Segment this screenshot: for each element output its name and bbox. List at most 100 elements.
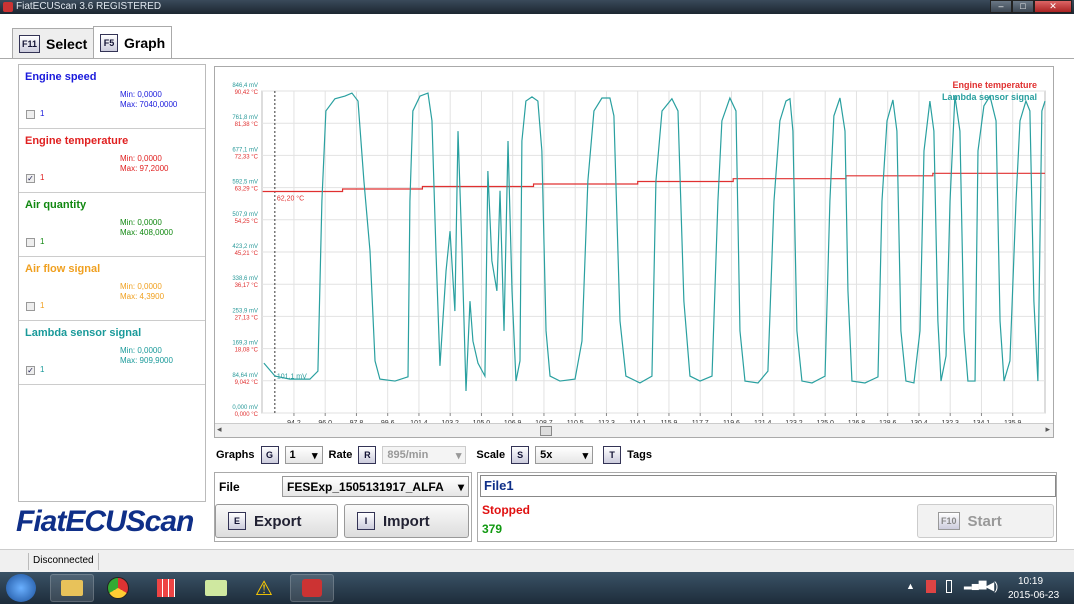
start-button[interactable]: F10 Start [917, 504, 1054, 538]
chrome-taskbar-icon[interactable] [96, 574, 140, 602]
minimize-button[interactable]: – [990, 0, 1012, 13]
signal-range: Min: 0,0000 Max: 4,3900 [120, 282, 164, 302]
scale-label: Scale [476, 449, 506, 461]
tab-graph[interactable]: F5 Graph [93, 26, 173, 59]
legend-entry: Lambda sensor signal [942, 92, 1037, 102]
graphs-value: 1 [289, 449, 296, 461]
warning-taskbar-icon[interactable]: ⚠ [242, 574, 286, 602]
signal-min: Min: 0,0000 [120, 154, 162, 163]
signal-checkbox[interactable]: ✓ [26, 366, 35, 375]
s-key-icon: S [511, 446, 530, 464]
action-center-icon[interactable] [926, 580, 936, 593]
signal-checkbox[interactable]: ✓ [26, 174, 35, 183]
maximize-button[interactable]: □ [1012, 0, 1034, 13]
file-select[interactable]: FESExp_1505131917_ALFA ▾ [282, 476, 469, 497]
signal-max: Max: 7040,0000 [120, 100, 178, 109]
clock-time[interactable]: 10:19 [1018, 576, 1043, 587]
signal-item[interactable]: Engine speed Min: 0,0000 Max: 7040,0000 1 [19, 65, 205, 129]
chevron-down-icon: ▾ [455, 449, 462, 462]
signal-name: Lambda sensor signal [25, 327, 142, 339]
signal-name: Air quantity [25, 199, 87, 211]
y-tick-label-c: 36,17 °C [235, 283, 259, 289]
export-label: Export [254, 512, 302, 530]
signal-name: Engine temperature [25, 135, 129, 147]
graphs-label: Graphs [216, 449, 255, 461]
connection-status: Disconnected [28, 553, 99, 570]
scrollbar-thumb[interactable] [540, 426, 552, 436]
y-tick-label-mv: 423,2 mV [232, 244, 258, 250]
close-button[interactable]: ✕ [1034, 0, 1072, 13]
tab-select[interactable]: F11 Select [12, 28, 95, 58]
signal-item[interactable]: Air flow signal Min: 0,0000 Max: 4,3900 1 [19, 257, 205, 321]
signal-graph-number: 1 [40, 237, 45, 246]
scale-value: 5x [540, 449, 553, 461]
y-tick-label-c: 81,38 °C [235, 122, 259, 128]
y-tick-label-mv: 338,6 mV [232, 276, 258, 282]
y-tick-label-mv: 169,3 mV [232, 341, 258, 347]
signal-graph-number: 1 [40, 173, 45, 182]
rate-value: 895/min [387, 449, 429, 461]
e-key-icon: E [228, 512, 246, 530]
scroll-right-icon[interactable]: ▸ [1045, 424, 1050, 435]
tab-label: Select [46, 35, 88, 52]
start-label: Start [967, 512, 1002, 530]
signal-max: Max: 97,2000 [120, 164, 169, 173]
explorer-taskbar-icon[interactable] [50, 574, 94, 602]
signal-checkbox[interactable] [26, 238, 35, 247]
clock-date[interactable]: 2015-06-23 [1008, 590, 1059, 601]
y-tick-label-mv: 84,64 mV [232, 373, 258, 379]
y-tick-label-mv: 507,9 mV [232, 212, 258, 218]
export-button[interactable]: E Export [215, 504, 338, 538]
filename-field[interactable]: File1 [480, 475, 1056, 497]
signal-item[interactable]: Lambda sensor signal Min: 0,0000 Max: 909… [19, 321, 205, 385]
y-tick-label-mv: 677,1 mV [232, 147, 258, 153]
fiatecuscan-taskbar-icon[interactable] [290, 574, 334, 602]
tab-divider [0, 58, 1074, 59]
signal-range: Min: 0,0000 Max: 408,0000 [120, 218, 173, 238]
signal-item[interactable]: Engine temperature Min: 0,0000 Max: 97,20… [19, 129, 205, 193]
y-tick-label-c: 18,08 °C [235, 348, 259, 354]
start-menu-icon[interactable] [6, 574, 36, 602]
app-icon [3, 2, 13, 12]
horizontal-scrollbar[interactable]: ◂ ▸ [215, 423, 1053, 437]
tray-expand-icon[interactable]: ▲ [906, 581, 915, 591]
rate-select[interactable]: 895/min ▾ [382, 446, 467, 464]
import-button[interactable]: I Import [344, 504, 469, 538]
signal-min: Min: 0,0000 [120, 346, 162, 355]
sample-count: 379 [482, 522, 503, 536]
scroll-left-icon[interactable]: ◂ [217, 424, 222, 435]
apps-taskbar-icon[interactable] [144, 574, 188, 602]
title-bar: FiatECUScan 3.6 REGISTERED [0, 0, 1074, 14]
network-icon[interactable]: ▂▄▆ [964, 579, 986, 590]
i-key-icon: I [357, 512, 375, 530]
folder-taskbar-icon[interactable] [194, 574, 238, 602]
y-tick-label-c: 90,42 °C [235, 90, 259, 96]
battery-icon[interactable] [946, 580, 952, 593]
y-tick-label-c: 54,25 °C [235, 219, 259, 225]
tags-button[interactable]: T [603, 446, 622, 464]
y-tick-label-mv: 592,5 mV [232, 180, 258, 186]
signal-range: Min: 0,0000 Max: 97,2000 [120, 154, 168, 174]
graph-panel: 0,000 mV 0,000 °C 84,64 mV 9,042 °C 169,3 mV… [214, 66, 1054, 438]
rate-label: Rate [328, 449, 353, 461]
signal-max: Max: 408,0000 [120, 228, 173, 237]
signal-max: Max: 909,9000 [120, 356, 173, 365]
volume-icon[interactable]: ◀) [985, 579, 998, 593]
signal-checkbox[interactable] [26, 302, 35, 311]
signal-checkbox[interactable] [26, 110, 35, 119]
graphs-select[interactable]: 1 ▾ [284, 446, 323, 464]
run-status: Stopped [482, 503, 530, 517]
y-tick-label-mv: 0,000 mV [232, 405, 258, 411]
signal-min: Min: 0,0000 [120, 90, 162, 99]
signal-item[interactable]: Air quantity Min: 0,0000 Max: 408,0000 1 [19, 193, 205, 257]
r-key-icon: R [358, 446, 377, 464]
chevron-down-icon: ▾ [311, 449, 318, 462]
tab-label: Graph [124, 35, 166, 51]
window-title: FiatECUScan 3.6 REGISTERED [16, 1, 162, 12]
scale-select[interactable]: 5x ▾ [535, 446, 594, 464]
y-tick-label-mv: 846,4 mV [232, 83, 258, 89]
signal-name: Engine speed [25, 71, 97, 83]
signal-min: Min: 0,0000 [120, 282, 162, 291]
taskbar: ⚠ ▲ ▂▄▆ ◀) 10:19 2015-06-23 [0, 572, 1074, 604]
signal-min: Min: 0,0000 [120, 218, 162, 227]
